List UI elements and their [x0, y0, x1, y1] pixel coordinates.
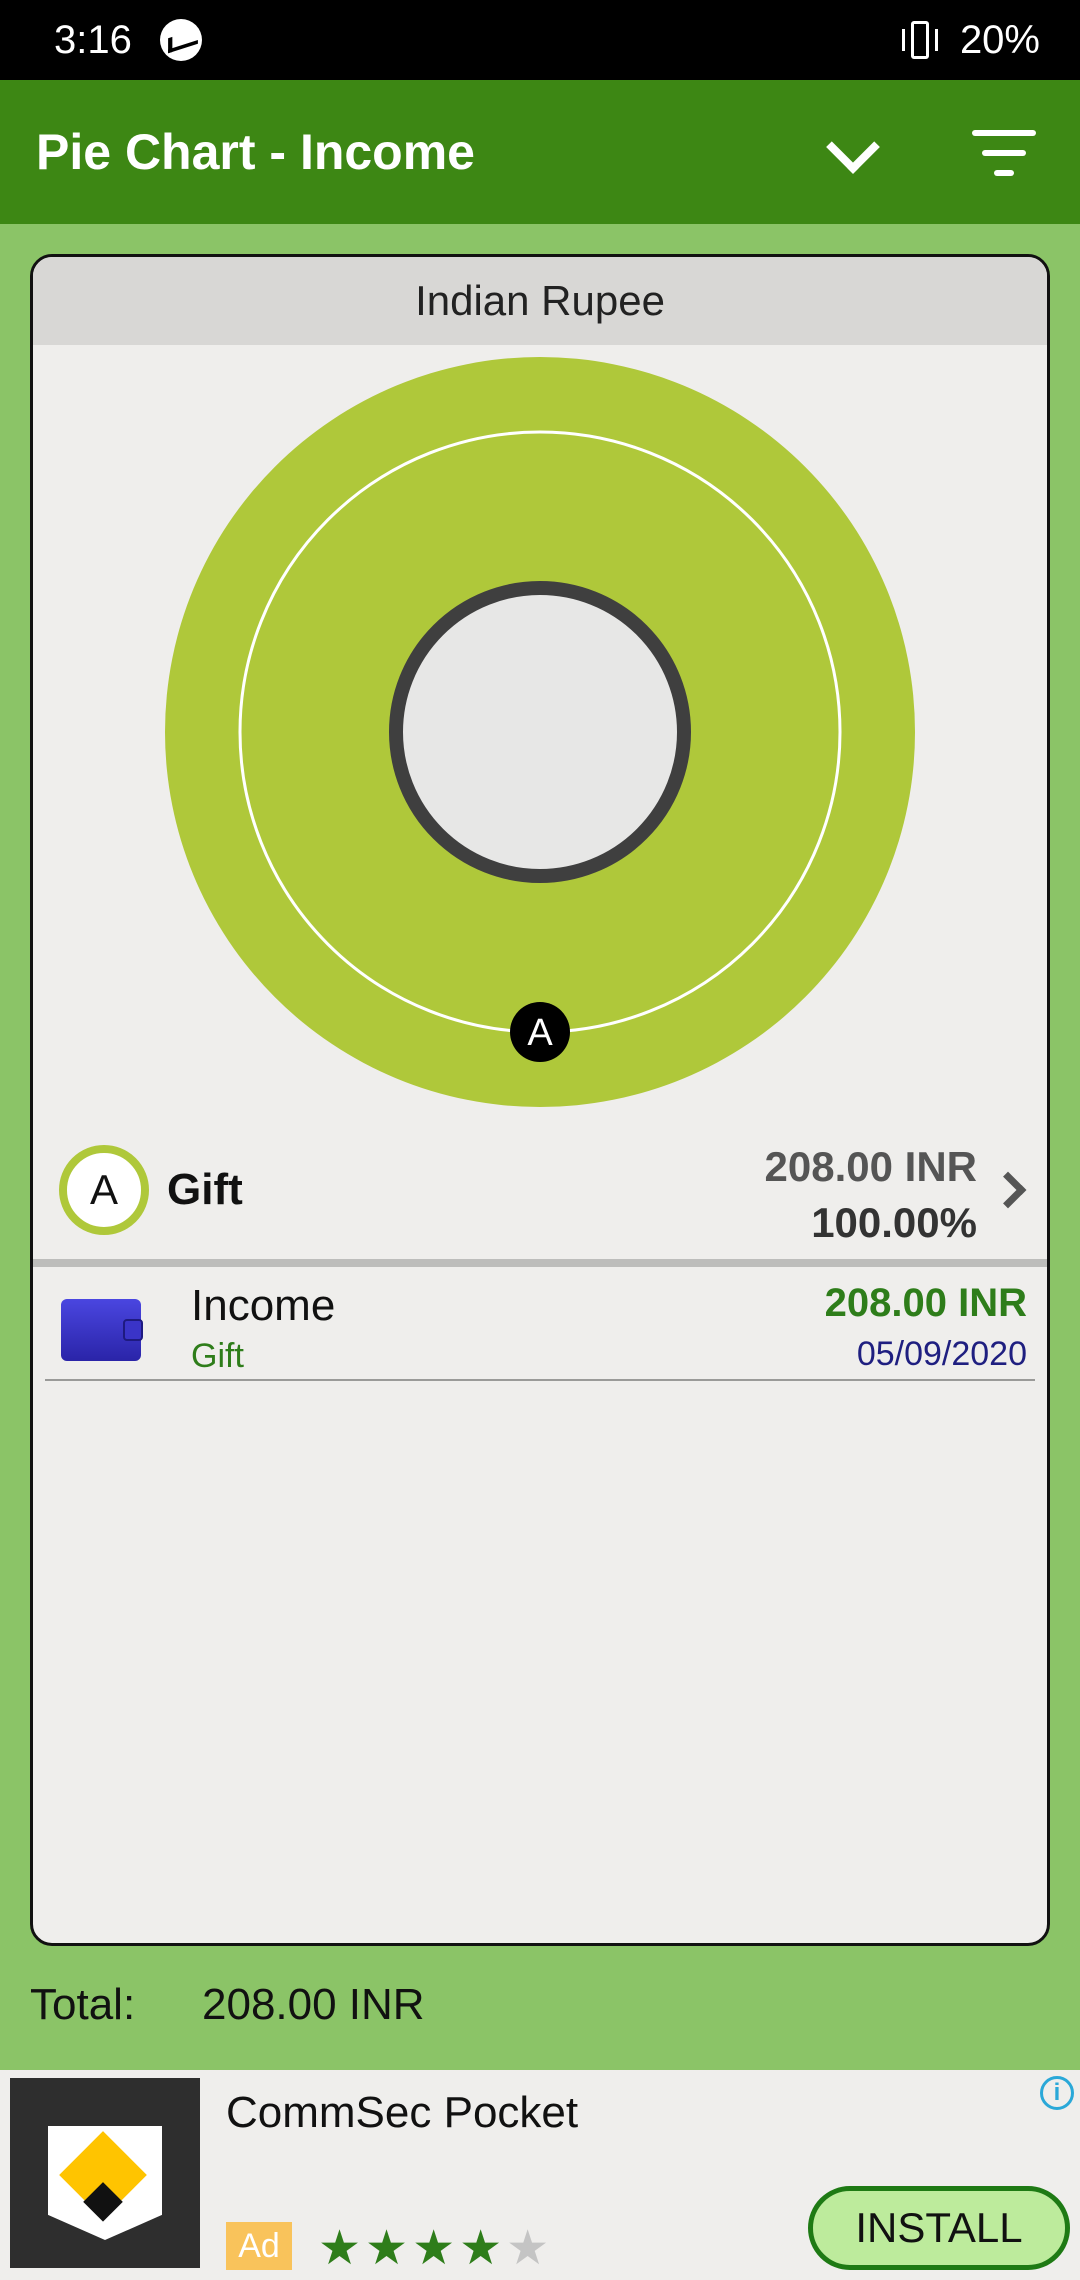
- chevron-right-icon: [989, 1171, 1027, 1209]
- star-icon: ★: [459, 2222, 507, 2275]
- commsec-logo[interactable]: [10, 2078, 200, 2268]
- info-icon[interactable]: i: [1040, 2076, 1074, 2110]
- total-label: Total:: [30, 1980, 136, 2029]
- ad-badge: Ad: [226, 2222, 292, 2270]
- star-icon: ★: [506, 2222, 554, 2275]
- pie-center-hole: [389, 581, 691, 883]
- legend-label: Gift: [167, 1165, 243, 1214]
- pie-chart[interactable]: A: [165, 357, 915, 1107]
- chevron-down-icon[interactable]: [818, 120, 892, 184]
- chart-card: Indian Rupee A A Gift 208.00 INR 100.00%…: [30, 254, 1050, 1946]
- wallet-icon: [61, 1295, 143, 1363]
- filter-icon[interactable]: [966, 122, 1044, 184]
- total-value: 208.00 INR: [202, 1980, 425, 2029]
- svg-text:A: A: [527, 1012, 553, 1054]
- star-icon: ★: [318, 2222, 366, 2275]
- star-icon: ★: [365, 2222, 413, 2275]
- messenger-icon: [159, 19, 202, 61]
- transaction-title: Income: [191, 1281, 336, 1330]
- ad-rating-stars: ★★★★★: [318, 2220, 553, 2276]
- pie-label-a: A: [510, 1002, 570, 1062]
- star-icon: ★: [412, 2222, 460, 2275]
- status-time: 3:16: [54, 17, 132, 62]
- ad-banner[interactable]: CommSec Pocket Ad ★★★★★ i INSTALL: [0, 2070, 1080, 2280]
- battery-percent: 20%: [959, 17, 1040, 62]
- legend-percent: 100.00%: [811, 1199, 977, 1246]
- legend-marker: A: [59, 1145, 149, 1235]
- currency-header: Indian Rupee: [33, 257, 1047, 345]
- app-bar: Pie Chart - Income: [0, 80, 1080, 224]
- transaction-category: Gift: [191, 1337, 244, 1375]
- page-title: Pie Chart - Income: [36, 124, 475, 180]
- legend-row-gift[interactable]: A Gift 208.00 INR 100.00%: [33, 1133, 1047, 1263]
- divider: [33, 1259, 1047, 1267]
- transaction-row[interactable]: Income Gift 208.00 INR 05/09/2020: [45, 1269, 1035, 1381]
- transaction-amount: 208.00 INR: [824, 1281, 1027, 1325]
- ad-title[interactable]: CommSec Pocket: [226, 2088, 578, 2138]
- transaction-date: 05/09/2020: [856, 1335, 1027, 1373]
- install-button[interactable]: INSTALL: [808, 2186, 1070, 2270]
- legend-amount: 208.00 INR: [764, 1143, 977, 1190]
- vibrate-icon: [901, 19, 938, 61]
- status-bar: 3:16 20%: [0, 0, 1080, 80]
